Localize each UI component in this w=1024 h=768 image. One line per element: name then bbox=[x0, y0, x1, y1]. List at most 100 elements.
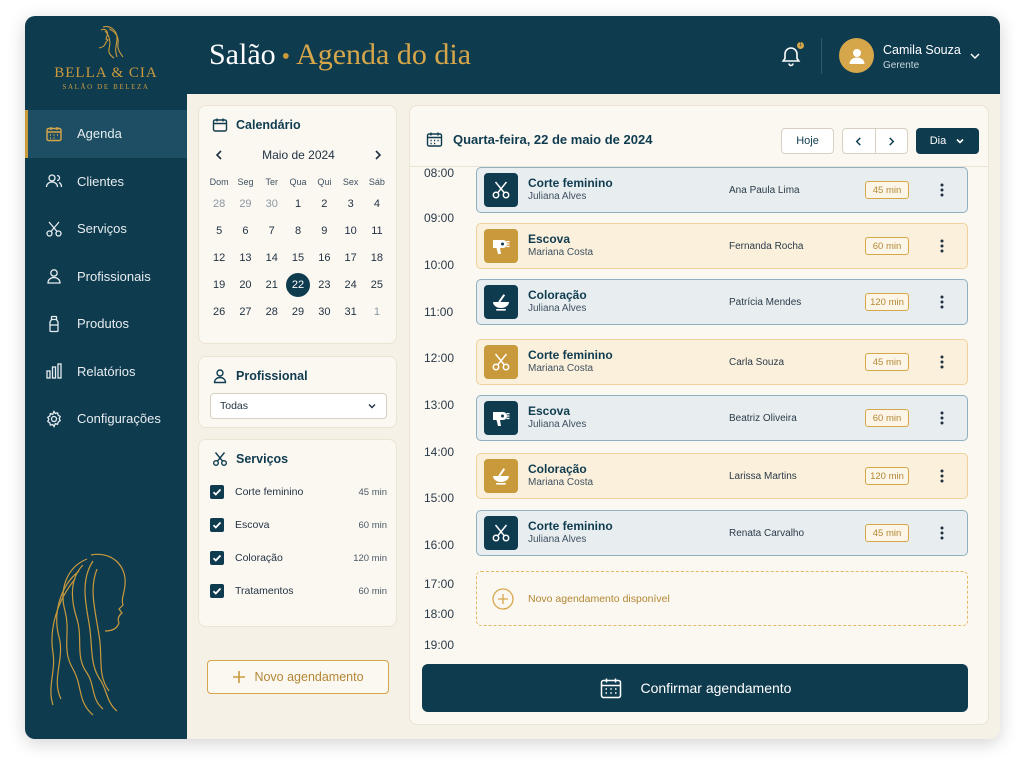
service-filter-item[interactable]: Corte feminino 45 min bbox=[210, 483, 387, 501]
calendar-day[interactable]: 30 bbox=[311, 299, 337, 326]
calendar-day[interactable]: 20 bbox=[232, 272, 258, 299]
calendar-day[interactable]: 17 bbox=[337, 245, 363, 272]
appointment-service: Corte feminino bbox=[528, 348, 613, 362]
nav-label: Produtos bbox=[77, 316, 130, 332]
service-filter-item[interactable]: Coloração 120 min bbox=[210, 549, 387, 567]
more-options-icon[interactable] bbox=[935, 524, 949, 542]
more-options-icon[interactable] bbox=[935, 293, 949, 311]
user-role: Gerente bbox=[883, 60, 920, 71]
calendar-day[interactable]: 11 bbox=[364, 218, 390, 245]
calendar-day[interactable]: 1 bbox=[364, 299, 390, 326]
calendar-day[interactable]: 29 bbox=[285, 299, 311, 326]
appointment-card[interactable]: Escova Mariana Costa Fernanda Rocha 60 min bbox=[476, 223, 968, 269]
service-filter-name: Corte feminino bbox=[235, 486, 304, 498]
calendar-day-number: 9 bbox=[321, 225, 328, 237]
appointment-card[interactable]: Corte feminino Juliana Alves Renata Carval… bbox=[476, 510, 968, 556]
nav-item-clientes[interactable]: Clientes bbox=[25, 158, 187, 206]
calendar-day[interactable]: 6 bbox=[232, 218, 258, 245]
time-slot-label: 14:00 bbox=[424, 445, 455, 459]
calendar-month-label: Maio de 2024 bbox=[262, 148, 335, 162]
more-options-icon[interactable] bbox=[935, 237, 949, 255]
calendar-day[interactable]: 28 bbox=[259, 299, 285, 326]
calendar-icon bbox=[599, 676, 623, 700]
appointment-service: Coloração bbox=[528, 288, 587, 302]
calendar-day[interactable]: 10 bbox=[337, 218, 363, 245]
nav-item-agenda[interactable]: Agenda bbox=[25, 110, 187, 158]
appointment-service: Coloração bbox=[528, 462, 587, 476]
appointment-card[interactable]: Corte feminino Juliana Alves Ana Paula Lim… bbox=[476, 167, 968, 213]
calendar-day-selected[interactable]: 22 bbox=[285, 272, 311, 299]
calendar-day[interactable]: 18 bbox=[364, 245, 390, 272]
calendar-day[interactable]: 27 bbox=[232, 299, 258, 326]
view-mode-dropdown[interactable]: Dia bbox=[916, 128, 979, 154]
calendar-day[interactable]: 9 bbox=[311, 218, 337, 245]
today-button[interactable]: Hoje bbox=[781, 128, 834, 154]
nav-item-configuracoes[interactable]: Configurações bbox=[25, 395, 187, 443]
plus-circle-icon bbox=[492, 587, 514, 610]
calendar-day-number: 17 bbox=[344, 252, 357, 264]
checkbox-checked[interactable] bbox=[210, 584, 224, 598]
check-icon bbox=[212, 587, 222, 595]
confirm-appointment-button[interactable]: Confirmar agendamento bbox=[422, 664, 968, 712]
available-slot[interactable]: Novo agendamento disponível bbox=[476, 571, 968, 626]
calendar-day[interactable]: 7 bbox=[259, 218, 285, 245]
calendar-day[interactable]: 21 bbox=[259, 272, 285, 299]
avatar[interactable] bbox=[839, 38, 874, 73]
calendar-day[interactable]: 25 bbox=[364, 272, 390, 299]
new-appointment-button[interactable]: Novo agendamento bbox=[207, 660, 389, 694]
appointment-info: Corte feminino Juliana Alves bbox=[528, 176, 718, 204]
calendar-day[interactable]: 15 bbox=[285, 245, 311, 272]
calendar-day[interactable]: 30 bbox=[259, 191, 285, 218]
next-day-button[interactable] bbox=[876, 129, 908, 153]
nav-item-profissionais[interactable]: Profissionais bbox=[25, 253, 187, 301]
appointment-professional: Juliana Alves bbox=[528, 191, 587, 202]
calendar-day[interactable]: 13 bbox=[232, 245, 258, 272]
calendar-day[interactable]: 8 bbox=[285, 218, 311, 245]
page-title: Salão • Agenda do dia bbox=[209, 38, 471, 72]
appointment-client: Patrícia Mendes bbox=[729, 296, 802, 308]
service-filter-item[interactable]: Escova 60 min bbox=[210, 516, 387, 534]
scissors-icon bbox=[212, 451, 228, 467]
previous-day-button[interactable] bbox=[843, 129, 876, 153]
professional-select[interactable]: Todas bbox=[210, 393, 387, 419]
checkbox-checked[interactable] bbox=[210, 551, 224, 565]
calendar-day[interactable]: 26 bbox=[206, 299, 232, 326]
next-month-button[interactable] bbox=[370, 147, 386, 163]
service-filter-item[interactable]: Tratamentos 60 min bbox=[210, 582, 387, 600]
nav-item-servicos[interactable]: Serviços bbox=[25, 205, 187, 253]
appointment-card[interactable]: Escova Juliana Alves Beatriz Oliveira 60 mi… bbox=[476, 395, 968, 441]
appointment-card[interactable]: Corte feminino Mariana Costa Carla Souza 45… bbox=[476, 339, 968, 385]
calendar-day[interactable]: 2 bbox=[311, 191, 337, 218]
nav-item-produtos[interactable]: Produtos bbox=[25, 300, 187, 348]
calendar-day[interactable]: 4 bbox=[364, 191, 390, 218]
more-options-icon[interactable] bbox=[935, 409, 949, 427]
calendar-day[interactable]: 5 bbox=[206, 218, 232, 245]
more-options-icon[interactable] bbox=[935, 467, 949, 485]
calendar-day[interactable]: 19 bbox=[206, 272, 232, 299]
chevron-down-icon[interactable] bbox=[968, 49, 982, 63]
calendar-day[interactable]: 31 bbox=[337, 299, 363, 326]
more-options-icon[interactable] bbox=[935, 181, 949, 199]
checkbox-checked[interactable] bbox=[210, 518, 224, 532]
calendar-weekday: Dom bbox=[209, 177, 229, 187]
calendar-day-number: 21 bbox=[265, 279, 278, 291]
chevron-right-icon bbox=[888, 136, 895, 146]
calendar-day[interactable]: 12 bbox=[206, 245, 232, 272]
duration-badge: 45 min bbox=[865, 524, 909, 542]
prev-month-button[interactable] bbox=[211, 147, 227, 163]
calendar-day[interactable]: 23 bbox=[311, 272, 337, 299]
calendar-day[interactable]: 3 bbox=[337, 191, 363, 218]
calendar-day[interactable]: 29 bbox=[232, 191, 258, 218]
calendar-day[interactable]: 1 bbox=[285, 191, 311, 218]
appointment-card[interactable]: Coloração Juliana Alves Patrícia Mendes 120… bbox=[476, 279, 968, 325]
day-navigation bbox=[842, 128, 908, 154]
more-options-icon[interactable] bbox=[935, 353, 949, 371]
calendar-day[interactable]: 14 bbox=[259, 245, 285, 272]
services-title: Serviços bbox=[236, 452, 289, 466]
calendar-day[interactable]: 28 bbox=[206, 191, 232, 218]
calendar-day[interactable]: 24 bbox=[337, 272, 363, 299]
calendar-day[interactable]: 16 bbox=[311, 245, 337, 272]
nav-item-relatorios[interactable]: Relatórios bbox=[25, 348, 187, 396]
checkbox-checked[interactable] bbox=[210, 485, 224, 499]
appointment-card[interactable]: Coloração Mariana Costa Larissa Martins 120… bbox=[476, 453, 968, 499]
